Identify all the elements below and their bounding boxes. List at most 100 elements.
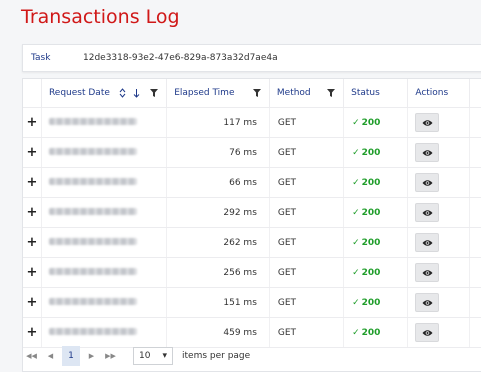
check-icon: ✓ — [352, 267, 360, 278]
expand-row-icon[interactable]: + — [23, 115, 41, 130]
elapsed-time-cell: 117 ms — [166, 107, 270, 138]
status-code: 200 — [361, 327, 381, 338]
elapsed-time-label[interactable]: Elapsed Time — [174, 88, 253, 98]
table-row: +117 ms GET ✓ 200 — [23, 107, 481, 138]
view-button[interactable] — [415, 143, 440, 162]
filler-cell — [469, 137, 481, 168]
filler-column-header — [469, 79, 481, 108]
expand-cell: + — [23, 227, 42, 258]
expand-cell: + — [23, 257, 42, 288]
page-size-value: 10 — [139, 351, 151, 361]
actions-cell — [407, 167, 471, 198]
view-button[interactable] — [415, 173, 440, 192]
expand-column-header — [23, 79, 42, 108]
method-cell: GET — [269, 257, 345, 288]
table-row: +262 ms GET ✓ 200 — [23, 227, 481, 258]
filler-cell — [469, 227, 481, 258]
status-column-header: Status — [343, 79, 409, 108]
status-code: 200 — [361, 147, 381, 158]
status-cell: ✓ 200 — [343, 167, 409, 198]
table-row: +459 ms GET ✓ 200 — [23, 317, 481, 348]
filler-cell — [469, 107, 481, 138]
request-date-label[interactable]: Request Date — [49, 88, 119, 98]
method-cell: GET — [269, 167, 345, 198]
expand-row-icon[interactable]: + — [23, 175, 41, 190]
expand-row-icon[interactable]: + — [23, 325, 41, 340]
redacted-date — [48, 177, 137, 185]
eye-icon — [422, 149, 433, 156]
filler-cell — [469, 287, 481, 318]
elapsed-time-cell: 256 ms — [166, 257, 270, 288]
redacted-date — [48, 297, 137, 305]
table-row: +151 ms GET ✓ 200 — [23, 287, 481, 318]
request-date-cell — [41, 227, 168, 258]
request-date-cell — [41, 167, 168, 198]
view-button[interactable] — [415, 113, 440, 132]
method-label[interactable]: Method — [277, 88, 327, 98]
request-date-cell — [41, 107, 168, 138]
first-page-icon[interactable]: ◀◀ — [22, 352, 41, 360]
filter-icon[interactable] — [252, 89, 261, 97]
elapsed-time-cell: 459 ms — [166, 317, 270, 348]
actions-cell — [407, 317, 471, 348]
sort-icon[interactable] — [119, 88, 126, 98]
elapsed-time-column-header[interactable]: Elapsed Time — [166, 79, 270, 108]
task-panel: Task 12de3318-93e2-47e6-829a-873a32d7ae4… — [22, 44, 481, 72]
status-cell: ✓ 200 — [343, 227, 409, 258]
last-page-icon[interactable]: ▶▶ — [101, 352, 120, 360]
view-button[interactable] — [415, 293, 440, 312]
view-button[interactable] — [415, 263, 440, 282]
actions-label: Actions — [415, 88, 449, 98]
status-code: 200 — [361, 177, 381, 188]
task-id-value: 12de3318-93e2-47e6-829a-873a32d7ae4a — [83, 53, 278, 63]
redacted-date — [48, 117, 137, 125]
table-row: +66 ms GET ✓ 200 — [23, 167, 481, 198]
actions-cell — [407, 107, 471, 138]
status-label: Status — [351, 88, 380, 98]
next-page-icon[interactable]: ▶ — [82, 352, 101, 360]
filler-cell — [469, 257, 481, 288]
filler-cell — [469, 197, 481, 228]
elapsed-time-cell: 262 ms — [166, 227, 270, 258]
page-number-button[interactable]: 1 — [62, 346, 80, 366]
grid-header-row: Request Date Elapsed Time Method Status … — [23, 79, 481, 108]
expand-cell: + — [23, 197, 42, 228]
status-code: 200 — [361, 117, 381, 128]
view-button[interactable] — [415, 323, 440, 342]
eye-icon — [422, 329, 433, 336]
method-column-header[interactable]: Method — [269, 79, 345, 108]
expand-cell: + — [23, 137, 42, 168]
expand-row-icon[interactable]: + — [23, 205, 41, 220]
expand-row-icon[interactable]: + — [23, 265, 41, 280]
filter-icon[interactable] — [150, 89, 159, 97]
filter-icon[interactable] — [327, 89, 336, 97]
redacted-date — [48, 207, 137, 215]
method-cell: GET — [269, 107, 345, 138]
redacted-date — [48, 267, 137, 275]
method-cell: GET — [269, 287, 345, 318]
previous-page-icon[interactable]: ◀ — [41, 352, 60, 360]
table-row: +256 ms GET ✓ 200 — [23, 257, 481, 288]
check-icon: ✓ — [352, 117, 360, 128]
page-size-select[interactable]: 10 ▾ — [133, 347, 173, 365]
request-date-cell — [41, 287, 168, 318]
status-cell: ✓ 200 — [343, 197, 409, 228]
method-cell: GET — [269, 137, 345, 168]
request-date-cell — [41, 257, 168, 288]
expand-cell: + — [23, 287, 42, 318]
request-date-column-header[interactable]: Request Date — [41, 79, 168, 108]
method-cell: GET — [269, 227, 345, 258]
view-button[interactable] — [415, 233, 440, 252]
expand-row-icon[interactable]: + — [23, 145, 41, 160]
eye-icon — [422, 179, 433, 186]
check-icon: ✓ — [352, 327, 360, 338]
sort-desc-arrow-icon[interactable] — [133, 88, 140, 98]
status-cell: ✓ 200 — [343, 107, 409, 138]
expand-row-icon[interactable]: + — [23, 295, 41, 310]
view-button[interactable] — [415, 203, 440, 222]
method-cell: GET — [269, 197, 345, 228]
method-cell: GET — [269, 317, 345, 348]
eye-icon — [422, 299, 433, 306]
chevron-down-icon: ▾ — [162, 351, 167, 361]
expand-row-icon[interactable]: + — [23, 235, 41, 250]
